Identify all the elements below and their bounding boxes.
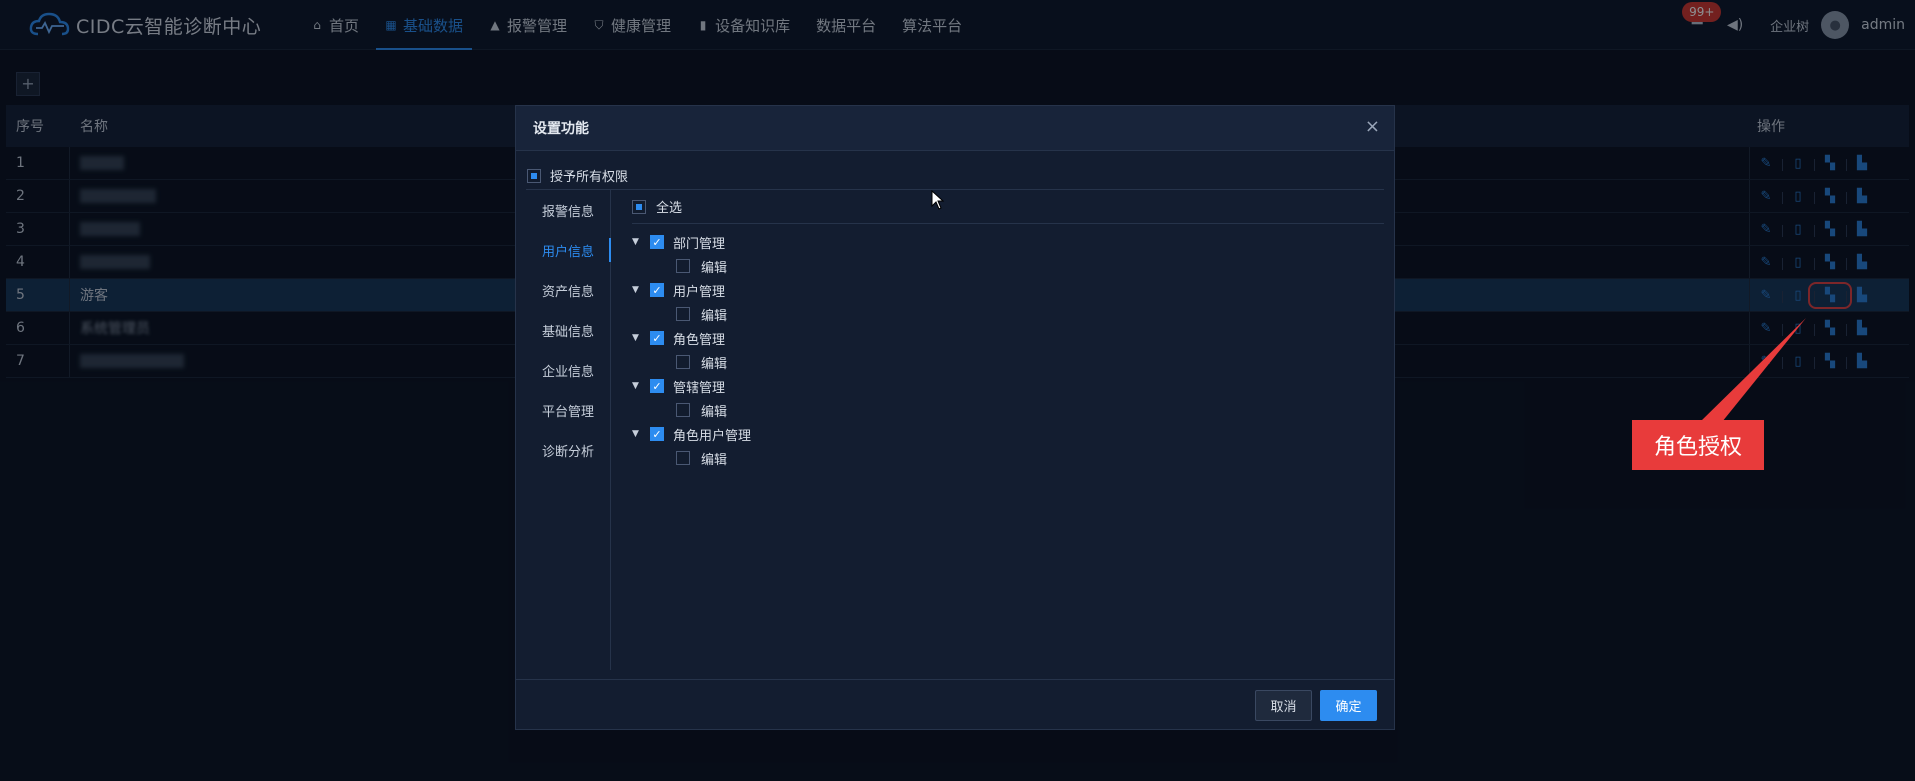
category-enterprise-info[interactable]: 企业信息: [526, 350, 610, 390]
tree-node-dept[interactable]: ▼ ✓ 部门管理: [632, 230, 1384, 254]
category-alarm-info[interactable]: 报警信息: [526, 190, 610, 230]
category-user-info[interactable]: 用户信息: [526, 230, 611, 270]
annotation-label: 角色授权: [1632, 420, 1764, 470]
caret-down-icon[interactable]: ▼: [632, 285, 642, 295]
select-all-checkbox[interactable]: [632, 199, 646, 214]
permission-tree: ▼ ✓ 部门管理 编辑 ▼ ✓ 用户管理 编辑 ▼ ✓ 角色管理 编辑 ▼ ✓ …: [632, 224, 1384, 470]
permission-category-menu: 报警信息 用户信息 资产信息 基础信息 企业信息 平台管理 诊断分析: [526, 190, 611, 670]
confirm-button[interactable]: 确定: [1320, 690, 1377, 721]
tree-child-label: 编辑: [701, 260, 728, 276]
set-function-dialog: 设置功能 × 授予所有权限 报警信息 用户信息 资产信息 基础信息 企业信息 平…: [515, 105, 1395, 730]
permission-tree-panel: 全选 ▼ ✓ 部门管理 编辑 ▼ ✓ 用户管理 编辑 ▼ ✓ 角色管理 编辑 ▼…: [632, 190, 1384, 670]
caret-down-icon[interactable]: ▼: [632, 381, 642, 391]
tree-checkbox[interactable]: ✓: [650, 283, 664, 297]
tree-checkbox[interactable]: [676, 403, 690, 417]
tree-checkbox[interactable]: ✓: [650, 235, 664, 249]
tree-child-edit[interactable]: 编辑: [632, 446, 1384, 470]
category-basic-info[interactable]: 基础信息: [526, 310, 610, 350]
caret-down-icon[interactable]: ▼: [632, 237, 642, 247]
select-all-row[interactable]: 全选: [632, 190, 1384, 224]
close-icon[interactable]: ×: [1365, 116, 1380, 137]
tree-child-edit[interactable]: 编辑: [632, 254, 1384, 278]
category-diagnosis-analysis[interactable]: 诊断分析: [526, 430, 610, 470]
tree-checkbox[interactable]: [676, 307, 690, 321]
cancel-button[interactable]: 取消: [1255, 690, 1312, 721]
tree-child-label: 编辑: [701, 404, 728, 420]
tree-child-label: 编辑: [701, 308, 728, 324]
tree-checkbox[interactable]: ✓: [650, 331, 664, 345]
mouse-cursor-icon: [931, 190, 945, 210]
tree-node-role[interactable]: ▼ ✓ 角色管理: [632, 326, 1384, 350]
category-platform-management[interactable]: 平台管理: [526, 390, 610, 430]
tree-child-edit[interactable]: 编辑: [632, 398, 1384, 422]
tree-node-label: 部门管理: [673, 236, 726, 252]
tree-child-edit[interactable]: 编辑: [632, 302, 1384, 326]
grant-all-permissions[interactable]: 授予所有权限: [527, 166, 628, 185]
dialog-footer: 取消 确定: [516, 679, 1394, 729]
tree-checkbox[interactable]: [676, 259, 690, 273]
tree-checkbox[interactable]: [676, 355, 690, 369]
tree-checkbox[interactable]: ✓: [650, 379, 664, 393]
grant-all-checkbox[interactable]: [527, 168, 541, 183]
grant-all-label: 授予所有权限: [550, 170, 629, 185]
category-asset-info[interactable]: 资产信息: [526, 270, 610, 310]
tree-node-label: 角色管理: [673, 332, 726, 348]
tree-node-user[interactable]: ▼ ✓ 用户管理: [632, 278, 1384, 302]
caret-down-icon[interactable]: ▼: [632, 429, 642, 439]
tree-node-jurisdiction[interactable]: ▼ ✓ 管辖管理: [632, 374, 1384, 398]
caret-down-icon[interactable]: ▼: [632, 333, 642, 343]
tree-child-label: 编辑: [701, 356, 728, 372]
select-all-label: 全选: [656, 201, 683, 216]
tree-checkbox[interactable]: [676, 451, 690, 465]
tree-checkbox[interactable]: ✓: [650, 427, 664, 441]
tree-node-label: 管辖管理: [673, 380, 726, 396]
tree-node-label: 角色用户管理: [673, 428, 752, 444]
tree-child-edit[interactable]: 编辑: [632, 350, 1384, 374]
tree-node-role-user[interactable]: ▼ ✓ 角色用户管理: [632, 422, 1384, 446]
dialog-header: 设置功能: [516, 106, 1394, 151]
tree-node-label: 用户管理: [673, 284, 726, 300]
tree-child-label: 编辑: [701, 452, 728, 468]
dialog-title: 设置功能: [533, 121, 589, 137]
